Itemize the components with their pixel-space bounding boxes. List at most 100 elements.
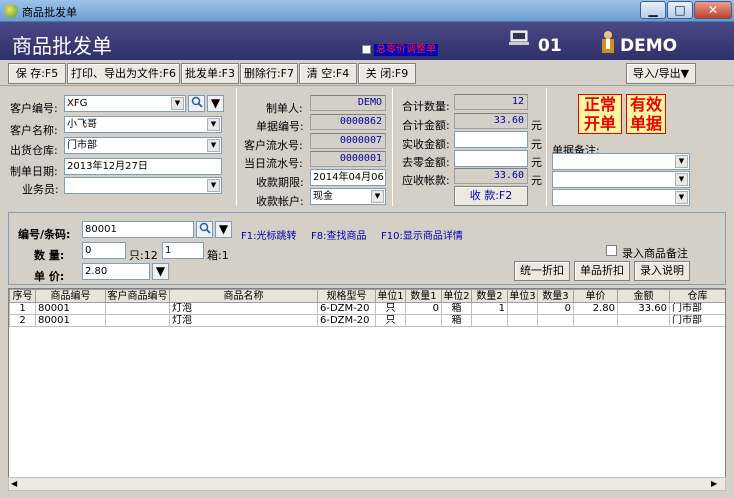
column-header[interactable]: 商品编号 [35,289,106,303]
station-number: 01 [538,36,562,56]
column-header[interactable]: 单位1 [375,289,406,303]
close-form-button[interactable]: 关 闭:F9 [358,63,416,84]
discount-all-button[interactable]: 统一折扣 [514,261,570,281]
salesman-select[interactable]: ▼ [64,177,222,194]
table-cell[interactable]: 门市部 [669,302,725,315]
table-cell[interactable] [405,314,442,327]
maximize-button[interactable]: □ [667,1,693,19]
chevron-down-icon[interactable]: ▼ [371,190,384,203]
item-dropdown-button[interactable]: ▼ [215,221,232,238]
table-cell[interactable] [573,314,618,327]
table-cell[interactable]: 门市部 [669,314,725,327]
save-button[interactable]: 保 存:F5 [8,63,66,84]
column-header[interactable]: 单位2 [441,289,472,303]
column-header[interactable]: 数量1 [405,289,442,303]
column-header[interactable]: 金额 [617,289,670,303]
item-discount-button[interactable]: 单品折扣 [574,261,630,281]
items-table[interactable]: 序号 商品编号 客户商品编号 商品名称 规格型号 单位1 数量1 单位2 数量2 单位3 数量3 单价… [8,288,726,490]
table-cell[interactable] [617,314,670,327]
column-header[interactable]: 规格型号 [317,289,376,303]
price-adjust-link[interactable]: 总零价调整单 [374,44,438,56]
table-cell[interactable]: 灯泡 [169,314,318,327]
round-input[interactable] [454,150,528,167]
collect-payment-button[interactable]: 收 款:F2 [454,186,528,206]
table-cell[interactable] [507,302,538,315]
chevron-down-icon[interactable]: ▼ [675,155,688,168]
table-row[interactable]: 2 80001 灯泡 6-DZM-20 只 箱 门市部 [9,314,725,327]
doc-no-value: 0000862 [310,114,386,130]
table-cell[interactable]: 6-DZM-20 [317,302,376,315]
table-cell[interactable]: 箱 [441,302,472,315]
account-select[interactable]: 现金 ▼ [310,188,386,205]
minimize-button[interactable]: ▁ [640,1,666,19]
chevron-down-icon[interactable]: ▼ [171,97,184,110]
hint-f1: F1:光标跳转 [241,231,297,242]
title-bar[interactable]: 商品批发单 ▁ □ ✕ [0,0,734,22]
chevron-down-icon[interactable]: ▼ [207,139,220,152]
table-cell[interactable]: 箱 [441,314,472,327]
customer-name-label: 客户名称: [10,124,58,137]
clear-button[interactable]: 清 空:F4 [299,63,357,84]
due-date-input[interactable]: 2014年04月06日 [310,169,386,186]
note-select-3[interactable]: ▼ [552,189,690,206]
table-cell[interactable]: 1 [9,302,36,315]
delete-row-button[interactable]: 删除行:F7 [240,63,298,84]
table-cell[interactable]: 0 [405,302,442,315]
chevron-down-icon[interactable]: ▼ [207,179,220,192]
table-cell[interactable]: 2 [9,314,36,327]
search-item-button[interactable] [196,221,213,238]
customer-code-input[interactable]: XFG ▼ [64,95,186,112]
price-adjust-checkbox[interactable] [362,45,371,54]
chevron-down-icon[interactable]: ▼ [207,118,220,131]
table-cell[interactable]: 6-DZM-20 [317,314,376,327]
close-button[interactable]: ✕ [694,1,732,19]
table-cell[interactable] [537,314,574,327]
table-cell[interactable]: 33.60 [617,302,670,315]
table-cell[interactable]: 1 [471,302,508,315]
table-row[interactable]: 1 80001 灯泡 6-DZM-20 只 0 箱 1 0 2.80 33.60 门市部 [9,302,725,315]
scroll-left-icon[interactable]: ◀ [11,479,23,489]
chevron-down-icon[interactable]: ▼ [675,191,688,204]
table-cell[interactable] [507,314,538,327]
table-cell[interactable]: 2.80 [573,302,618,315]
warehouse-select[interactable]: 门市部 ▼ [64,137,222,154]
table-cell[interactable]: 80001 [35,314,106,327]
table-cell[interactable] [105,302,170,315]
column-header[interactable]: 客户商品编号 [105,289,170,303]
table-cell[interactable] [105,314,170,327]
table-cell[interactable]: 只 [375,314,406,327]
print-export-button[interactable]: 打印、导出为文件:F6 [67,63,180,84]
price-label: 单 价: [34,270,65,283]
table-cell[interactable]: 0 [537,302,574,315]
column-header[interactable]: 序号 [9,289,36,303]
wholesale-button[interactable]: 批发单:F3 [181,63,239,84]
column-header[interactable]: 商品名称 [169,289,318,303]
customer-dropdown-button[interactable]: ▼ [207,95,224,112]
note-select-2[interactable]: ▼ [552,171,690,188]
import-export-button[interactable]: 导入/导出▼ [626,63,696,84]
horizontal-scrollbar[interactable]: ◀ ▶ [8,477,726,491]
scroll-right-icon[interactable]: ▶ [711,479,723,489]
enter-description-button[interactable]: 录入说明 [634,261,690,281]
table-cell[interactable]: 只 [375,302,406,315]
customer-name-input[interactable]: 小飞哥 ▼ [64,116,222,133]
table-cell[interactable] [471,314,508,327]
column-header[interactable]: 单价 [573,289,618,303]
column-header[interactable]: 数量3 [537,289,574,303]
column-header[interactable]: 仓库 [669,289,725,303]
table-cell[interactable]: 80001 [35,302,106,315]
search-customer-button[interactable] [188,95,205,112]
received-input[interactable] [454,131,528,148]
note-select-1[interactable]: ▼ [552,153,690,170]
price-dropdown-button[interactable]: ▼ [152,263,169,280]
column-header[interactable]: 数量2 [471,289,508,303]
column-header[interactable]: 单位3 [507,289,538,303]
table-cell[interactable]: 灯泡 [169,302,318,315]
date-input[interactable]: 2013年12月27日 [64,158,222,175]
qty1-input[interactable]: 0 [82,242,126,259]
qty2-input[interactable]: 1 [162,242,204,259]
code-input[interactable]: 80001 [82,221,194,238]
item-note-checkbox[interactable] [606,245,617,256]
price-input[interactable]: 2.80 [82,263,150,280]
chevron-down-icon[interactable]: ▼ [675,173,688,186]
